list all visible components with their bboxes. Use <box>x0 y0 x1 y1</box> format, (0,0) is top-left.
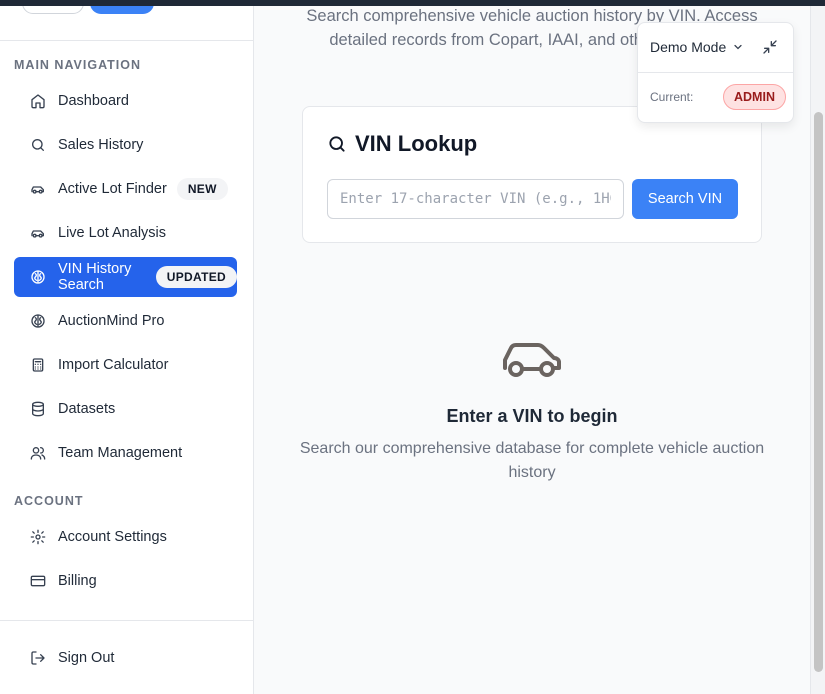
demo-mode-panel: Demo Mode Current: ADMIN <box>637 22 794 123</box>
search-icon <box>30 137 46 153</box>
top-bar <box>0 0 825 6</box>
database-icon <box>30 401 46 417</box>
vin-input[interactable] <box>327 179 624 219</box>
sidebar-item-label: Dashboard <box>58 93 129 109</box>
home-icon <box>30 93 46 109</box>
sidebar: ADMIN ACTIVE MAIN NAVIGATION Dashboard S… <box>0 0 254 694</box>
sidebar-item-datasets[interactable]: Datasets <box>14 389 237 429</box>
vin-lookup-card: VIN Lookup Search VIN <box>302 106 762 243</box>
sidebar-item-label: Billing <box>58 573 97 589</box>
updated-badge: UPDATED <box>155 266 237 288</box>
scrollbar-thumb[interactable] <box>814 112 823 672</box>
car-icon <box>30 181 46 197</box>
chevron-down-icon <box>734 44 742 50</box>
sidebar-item-label: Import Calculator <box>58 357 169 373</box>
empty-state-subtitle: Search our comprehensive database for co… <box>299 440 765 481</box>
sidebar-item-team-management[interactable]: Team Management <box>14 433 237 473</box>
sidebar-item-auctionmind-pro[interactable]: AuctionMind Pro <box>14 301 237 341</box>
calculator-icon <box>30 357 46 373</box>
empty-state-title: Enter a VIN to begin <box>446 406 618 426</box>
divider <box>0 40 253 41</box>
empty-state: Enter a VIN to begin Search our comprehe… <box>294 336 770 485</box>
sign-out-button[interactable]: Sign Out <box>14 638 237 678</box>
main-navigation-label: MAIN NAVIGATION <box>14 58 142 72</box>
sidebar-item-label: Team Management <box>58 445 183 461</box>
scrollbar[interactable] <box>810 0 825 694</box>
sidebar-item-label: Datasets <box>58 401 116 417</box>
sidebar-item-label: Live Lot Analysis <box>58 225 167 241</box>
demo-mode-label: Demo Mode <box>650 39 727 55</box>
sidebar-item-billing[interactable]: Billing <box>14 561 237 601</box>
divider <box>0 620 253 621</box>
sidebar-item-label: Account Settings <box>58 529 167 545</box>
sidebar-item-label: AuctionMind Pro <box>58 313 165 329</box>
demo-mode-dropdown[interactable]: Demo Mode <box>650 39 744 55</box>
sidebar-item-label: Sales History <box>58 137 144 153</box>
sidebar-item-vin-history-search[interactable]: VIN History Search UPDATED <box>14 257 237 297</box>
brain-icon <box>30 269 46 285</box>
current-role-label: Current: <box>650 90 694 104</box>
sidebar-item-label: Active Lot Finder <box>58 181 167 197</box>
car-icon <box>30 225 46 241</box>
current-role-badge: ADMIN <box>723 84 786 110</box>
credit-card-icon <box>30 573 46 589</box>
sidebar-item-dashboard[interactable]: Dashboard <box>14 81 237 121</box>
brain-icon <box>30 313 46 329</box>
divider <box>638 72 793 73</box>
sidebar-item-account-settings[interactable]: Account Settings <box>14 517 237 557</box>
card-title-text: VIN Lookup <box>355 131 478 156</box>
search-icon <box>329 136 345 152</box>
sign-out-label: Sign Out <box>58 650 115 666</box>
car-icon <box>503 343 561 377</box>
search-vin-button[interactable]: Search VIN <box>632 179 738 219</box>
sidebar-item-label: VIN History Search <box>58 261 132 293</box>
minimize-icon[interactable] <box>762 39 778 55</box>
sign-out-icon <box>30 650 46 666</box>
card-title: VIN Lookup <box>327 131 477 157</box>
new-badge: NEW <box>176 178 228 200</box>
sidebar-item-sales-history[interactable]: Sales History <box>14 125 237 165</box>
sidebar-item-live-lot-analysis[interactable]: Live Lot Analysis <box>14 213 237 253</box>
account-label: ACCOUNT <box>14 494 84 508</box>
users-icon <box>30 445 46 461</box>
sidebar-item-import-calculator[interactable]: Import Calculator <box>14 345 237 385</box>
gear-icon <box>30 529 46 545</box>
sidebar-item-active-lot-finder[interactable]: Active Lot Finder NEW <box>14 169 237 209</box>
